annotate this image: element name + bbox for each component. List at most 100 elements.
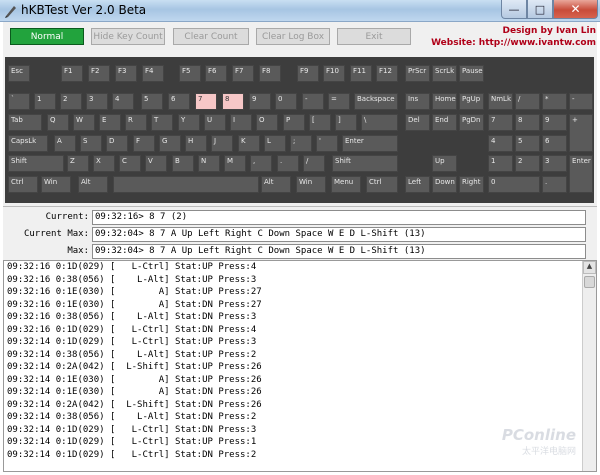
key-pause: Pause: [459, 65, 484, 82]
key-m: M: [224, 155, 246, 172]
log-line: 09:32:16 0:38(056) [ L-Alt] Stat:DN Pres…: [7, 312, 257, 322]
key-k7: 7: [195, 93, 217, 110]
key-n8: 8: [515, 114, 540, 131]
exit-button[interactable]: Exit: [337, 28, 411, 45]
key-f10: F10: [323, 65, 345, 82]
key-equal: =: [328, 93, 350, 110]
key-f12: F12: [376, 65, 398, 82]
clear-count-button[interactable]: Clear Count: [173, 28, 249, 45]
key-f6: F6: [205, 65, 227, 82]
clear-log-box-button[interactable]: Clear Log Box: [256, 28, 330, 45]
key-nplus: +: [569, 114, 593, 152]
key-n: N: [198, 155, 220, 172]
current-label: Current:: [45, 212, 89, 222]
key-f11: F11: [350, 65, 372, 82]
key-f: F: [133, 135, 155, 152]
key-f2: F2: [88, 65, 110, 82]
key-k8: 8: [222, 93, 244, 110]
key-i: I: [230, 114, 252, 131]
key-n2: 2: [515, 155, 540, 172]
key-lbracket: [: [309, 114, 331, 131]
key-k2: 2: [60, 93, 82, 110]
log-line: 09:32:14 0:1E(030) [ A] Stat:DN Press:26: [7, 387, 262, 397]
key-f3: F3: [115, 65, 137, 82]
key-f4: F4: [142, 65, 164, 82]
key-n0: 0: [488, 176, 540, 193]
current-row: Current: 09:32:16> 8 7 (2): [3, 210, 597, 226]
key-right: Right: [459, 176, 484, 193]
key-n3: 3: [542, 155, 567, 172]
scroll-thumb[interactable]: [584, 276, 595, 288]
credits-author: Design by Ivan Lin: [502, 26, 597, 36]
key-h: H: [185, 135, 207, 152]
key-s: S: [80, 135, 102, 152]
key-d: D: [106, 135, 128, 152]
key-f1: F1: [61, 65, 83, 82]
key-z: Z: [67, 155, 89, 172]
key-numminus: -: [569, 93, 593, 110]
log-scrollbar[interactable]: ▲: [582, 261, 596, 471]
close-button[interactable]: ✕: [553, 0, 598, 19]
log-line: 09:32:14 0:38(056) [ L-Alt] Stat:UP Pres…: [7, 349, 257, 360]
log-line: 09:32:16 0:1D(029) [ L-Ctrl] Stat:UP Pre…: [7, 262, 257, 272]
credits: Design by Ivan Lin Website: http://www.i…: [420, 25, 596, 49]
key-semicolon: ;: [290, 135, 312, 152]
watermark-subtitle: 太平洋电脑网: [521, 447, 576, 457]
key-p: P: [283, 114, 305, 131]
key-enter: Enter: [342, 135, 398, 152]
maximize-button[interactable]: □: [527, 0, 553, 19]
key-ins: Ins: [405, 93, 430, 110]
key-j: J: [211, 135, 233, 152]
watermark-logo: PConline: [501, 426, 576, 444]
key-k9: 9: [249, 93, 271, 110]
key-o: O: [256, 114, 278, 131]
max-label: Max:: [67, 246, 89, 256]
key-scrlk: ScrLk: [432, 65, 457, 82]
key-backspace: Backspace: [354, 93, 398, 110]
key-quote: ': [316, 135, 338, 152]
key-rctrl: Ctrl: [366, 176, 398, 193]
key-nenter: Enter: [569, 155, 593, 193]
key-del: Del: [405, 114, 430, 131]
key-k5: 5: [141, 93, 163, 110]
key-l: L: [264, 135, 286, 152]
key-home: Home: [432, 93, 457, 110]
minimize-button[interactable]: —: [501, 0, 527, 19]
key-numlk: NmLk: [488, 93, 513, 110]
key-backslash: \: [361, 114, 398, 131]
log-line: 09:32:14 0:2A(042) [ L-Shift] Stat:UP Pr…: [7, 362, 262, 372]
key-tab: Tab: [8, 114, 42, 131]
scroll-up-arrow-icon[interactable]: ▲: [583, 261, 596, 274]
key-ctrl: Ctrl: [8, 176, 38, 193]
summary-panel: Current: 09:32:16> 8 7 (2) Current Max: …: [3, 206, 597, 260]
watermark: PConline 太平洋电脑网: [502, 426, 576, 457]
key-slash: /: [303, 155, 325, 172]
key-n4: 4: [488, 135, 513, 152]
key-n7: 7: [488, 114, 513, 131]
key-rwin: Win: [296, 176, 326, 193]
key-n6: 6: [542, 135, 567, 152]
hide-key-count-button[interactable]: Hide Key Count: [91, 28, 165, 45]
key-end: End: [432, 114, 457, 131]
log-line: 09:32:16 0:1E(030) [ A] Stat:DN Press:27: [7, 299, 262, 310]
key-q: Q: [47, 114, 69, 131]
current-max-label: Current Max:: [23, 229, 89, 239]
key-numstar: *: [542, 93, 567, 110]
key-space: [113, 176, 259, 193]
key-k1: 1: [34, 93, 56, 110]
max-field: 09:32:04> 8 7 A Up Left Right C Down Spa…: [92, 244, 586, 259]
key-capslk: CapsLk: [8, 135, 48, 152]
title-bar[interactable]: hKBTest Ver 2.0 Beta — □ ✕: [0, 0, 600, 22]
key-g: G: [159, 135, 181, 152]
key-f5: F5: [179, 65, 201, 82]
key-t: T: [151, 114, 173, 131]
normal-button[interactable]: Normal: [10, 28, 84, 45]
credits-website[interactable]: Website: http://www.ivantw.com: [420, 37, 596, 49]
app-icon: [5, 6, 16, 18]
key-b: B: [172, 155, 194, 172]
key-r: R: [125, 114, 147, 131]
key-shift: Shift: [8, 155, 64, 172]
key-down: Down: [432, 176, 457, 193]
log-box[interactable]: 09:32:16 0:1D(029) [ L-Ctrl] Stat:UP Pre…: [3, 260, 597, 472]
key-pgup: PgUp: [459, 93, 484, 110]
